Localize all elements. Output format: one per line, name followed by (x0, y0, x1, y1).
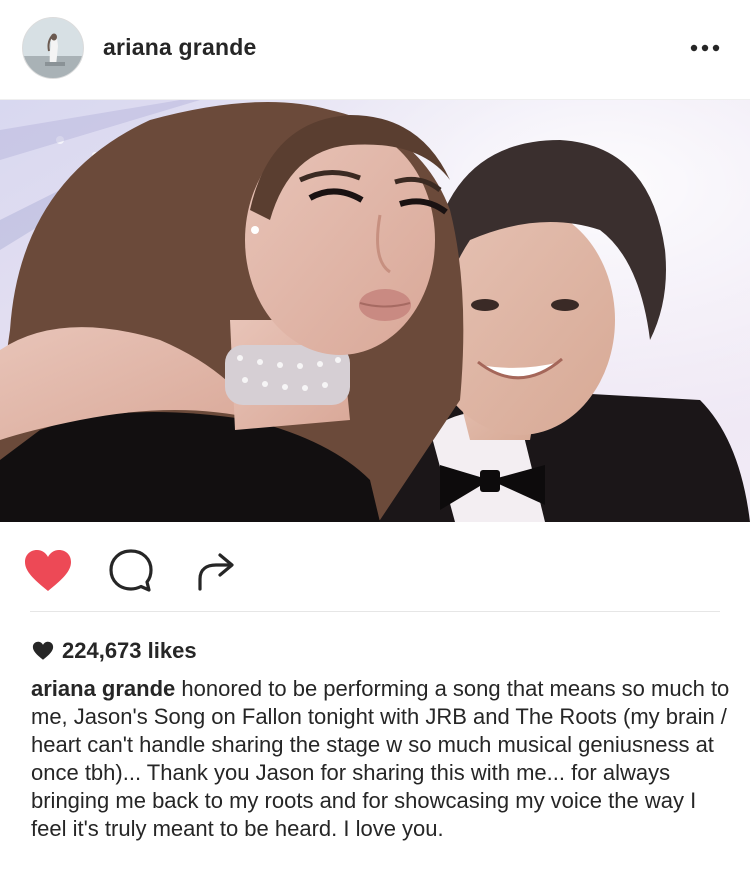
comment-icon (109, 549, 153, 592)
header-username[interactable]: ariana grande (103, 34, 256, 61)
post-photo[interactable] (0, 100, 750, 522)
divider (30, 611, 720, 612)
share-icon (198, 553, 234, 591)
caption-username[interactable]: ariana grande (31, 676, 175, 701)
more-options-button[interactable] (680, 30, 730, 66)
caption: ariana grande honored to be performing a… (31, 675, 731, 843)
action-bar (0, 522, 750, 612)
likes-count[interactable]: 224,673 likes (32, 636, 197, 666)
post-header: ariana grande (0, 0, 750, 100)
comment-button[interactable] (103, 546, 159, 596)
heart-icon (25, 550, 71, 591)
selfie-image (0, 100, 750, 522)
share-button[interactable] (188, 546, 244, 596)
avatar-image (23, 18, 83, 78)
more-options-icon (690, 44, 720, 52)
likes-heart-icon (32, 641, 54, 660)
likes-text: 224,673 likes (62, 638, 197, 663)
avatar[interactable] (22, 17, 84, 79)
like-button[interactable] (20, 546, 76, 596)
